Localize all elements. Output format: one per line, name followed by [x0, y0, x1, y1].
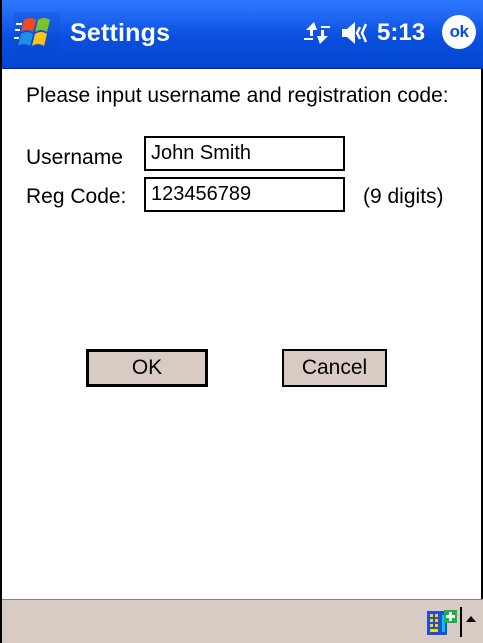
input-panel-arrow-icon[interactable] [460, 607, 480, 637]
reg-code-hint: (9 digits) [363, 185, 444, 208]
username-label: Username [26, 146, 123, 169]
title-bar: Settings 5:13 ok [2, 0, 483, 69]
connectivity-icon[interactable] [302, 18, 332, 48]
speaker-icon[interactable] [340, 18, 376, 48]
titlebar-ok-button[interactable]: ok [442, 15, 476, 49]
cancel-button[interactable]: Cancel [282, 349, 387, 387]
device-screen: Settings 5:13 ok Please input username a… [0, 0, 483, 643]
menu-bar [2, 599, 483, 643]
instruction-text: Please input username and registration c… [26, 84, 449, 107]
windows-start-icon[interactable] [14, 12, 60, 54]
window-title: Settings [70, 19, 171, 47]
reg-code-input[interactable] [144, 177, 345, 212]
reg-code-label: Reg Code: [26, 185, 127, 208]
username-input[interactable] [144, 136, 345, 171]
ok-button[interactable]: OK [86, 349, 208, 387]
input-panel-icon[interactable] [426, 608, 458, 638]
clock[interactable]: 5:13 [377, 19, 425, 47]
